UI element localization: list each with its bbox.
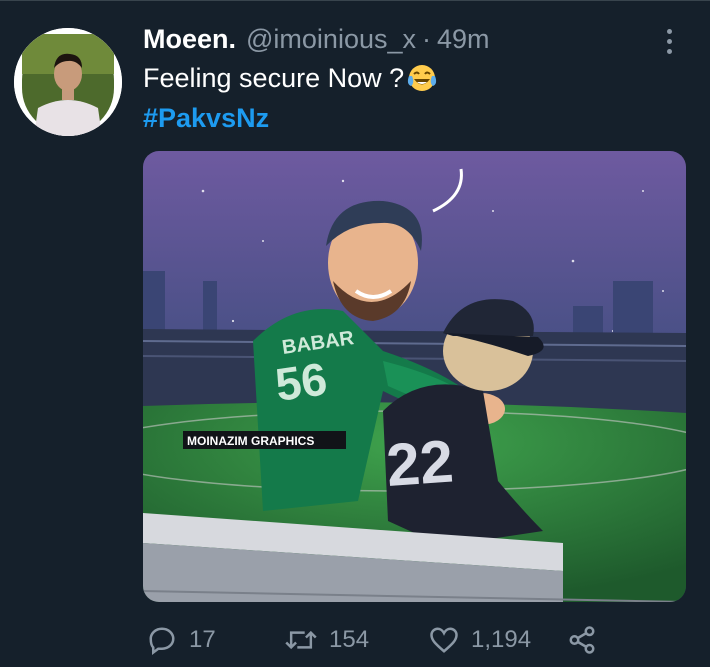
user-handle[interactable]: @imoinious_x	[246, 24, 416, 55]
like-button[interactable]: 1,194	[429, 620, 531, 660]
face-with-tears-of-joy-icon	[408, 65, 437, 91]
display-name[interactable]: Moeen.	[143, 24, 236, 55]
like-count: 1,194	[471, 626, 532, 653]
more-options-icon[interactable]	[656, 24, 682, 58]
reply-count: 17	[189, 626, 216, 653]
tweet-media-image[interactable]: BABAR 56 22 MOINAZIM GRAPHICS	[143, 151, 686, 602]
reply-button[interactable]: 17	[147, 620, 216, 660]
avatar[interactable]	[14, 28, 122, 136]
tweet-text: Feeling secure Now ?	[143, 62, 438, 94]
tweet-body: Feeling secure Now ?	[143, 62, 405, 93]
header-separator: ·	[422, 24, 431, 54]
heart-icon	[430, 627, 458, 653]
cricket-illustration: BABAR 56 22 MOINAZIM GRAPHICS	[143, 151, 686, 602]
media-watermark: MOINAZIM GRAPHICS	[187, 434, 314, 448]
hashtag-link[interactable]: #PakvsNz	[143, 103, 269, 134]
share-button[interactable]	[567, 620, 597, 660]
top-divider	[0, 0, 710, 1]
tweet-actions: 17 154 1,194	[143, 620, 683, 660]
jersey-green-number: 56	[272, 352, 330, 411]
share-icon	[569, 626, 595, 654]
jersey-black-number: 22	[384, 427, 455, 498]
tweet-header: Moeen. @imoinious_x · 49m	[143, 24, 650, 58]
retweet-button[interactable]: 154	[285, 620, 369, 660]
retweet-count: 154	[329, 626, 370, 653]
tweet-timestamp[interactable]: 49m	[437, 24, 490, 55]
user-avatar-icon	[14, 28, 122, 136]
reply-icon	[149, 627, 175, 655]
retweet-icon	[285, 630, 317, 650]
